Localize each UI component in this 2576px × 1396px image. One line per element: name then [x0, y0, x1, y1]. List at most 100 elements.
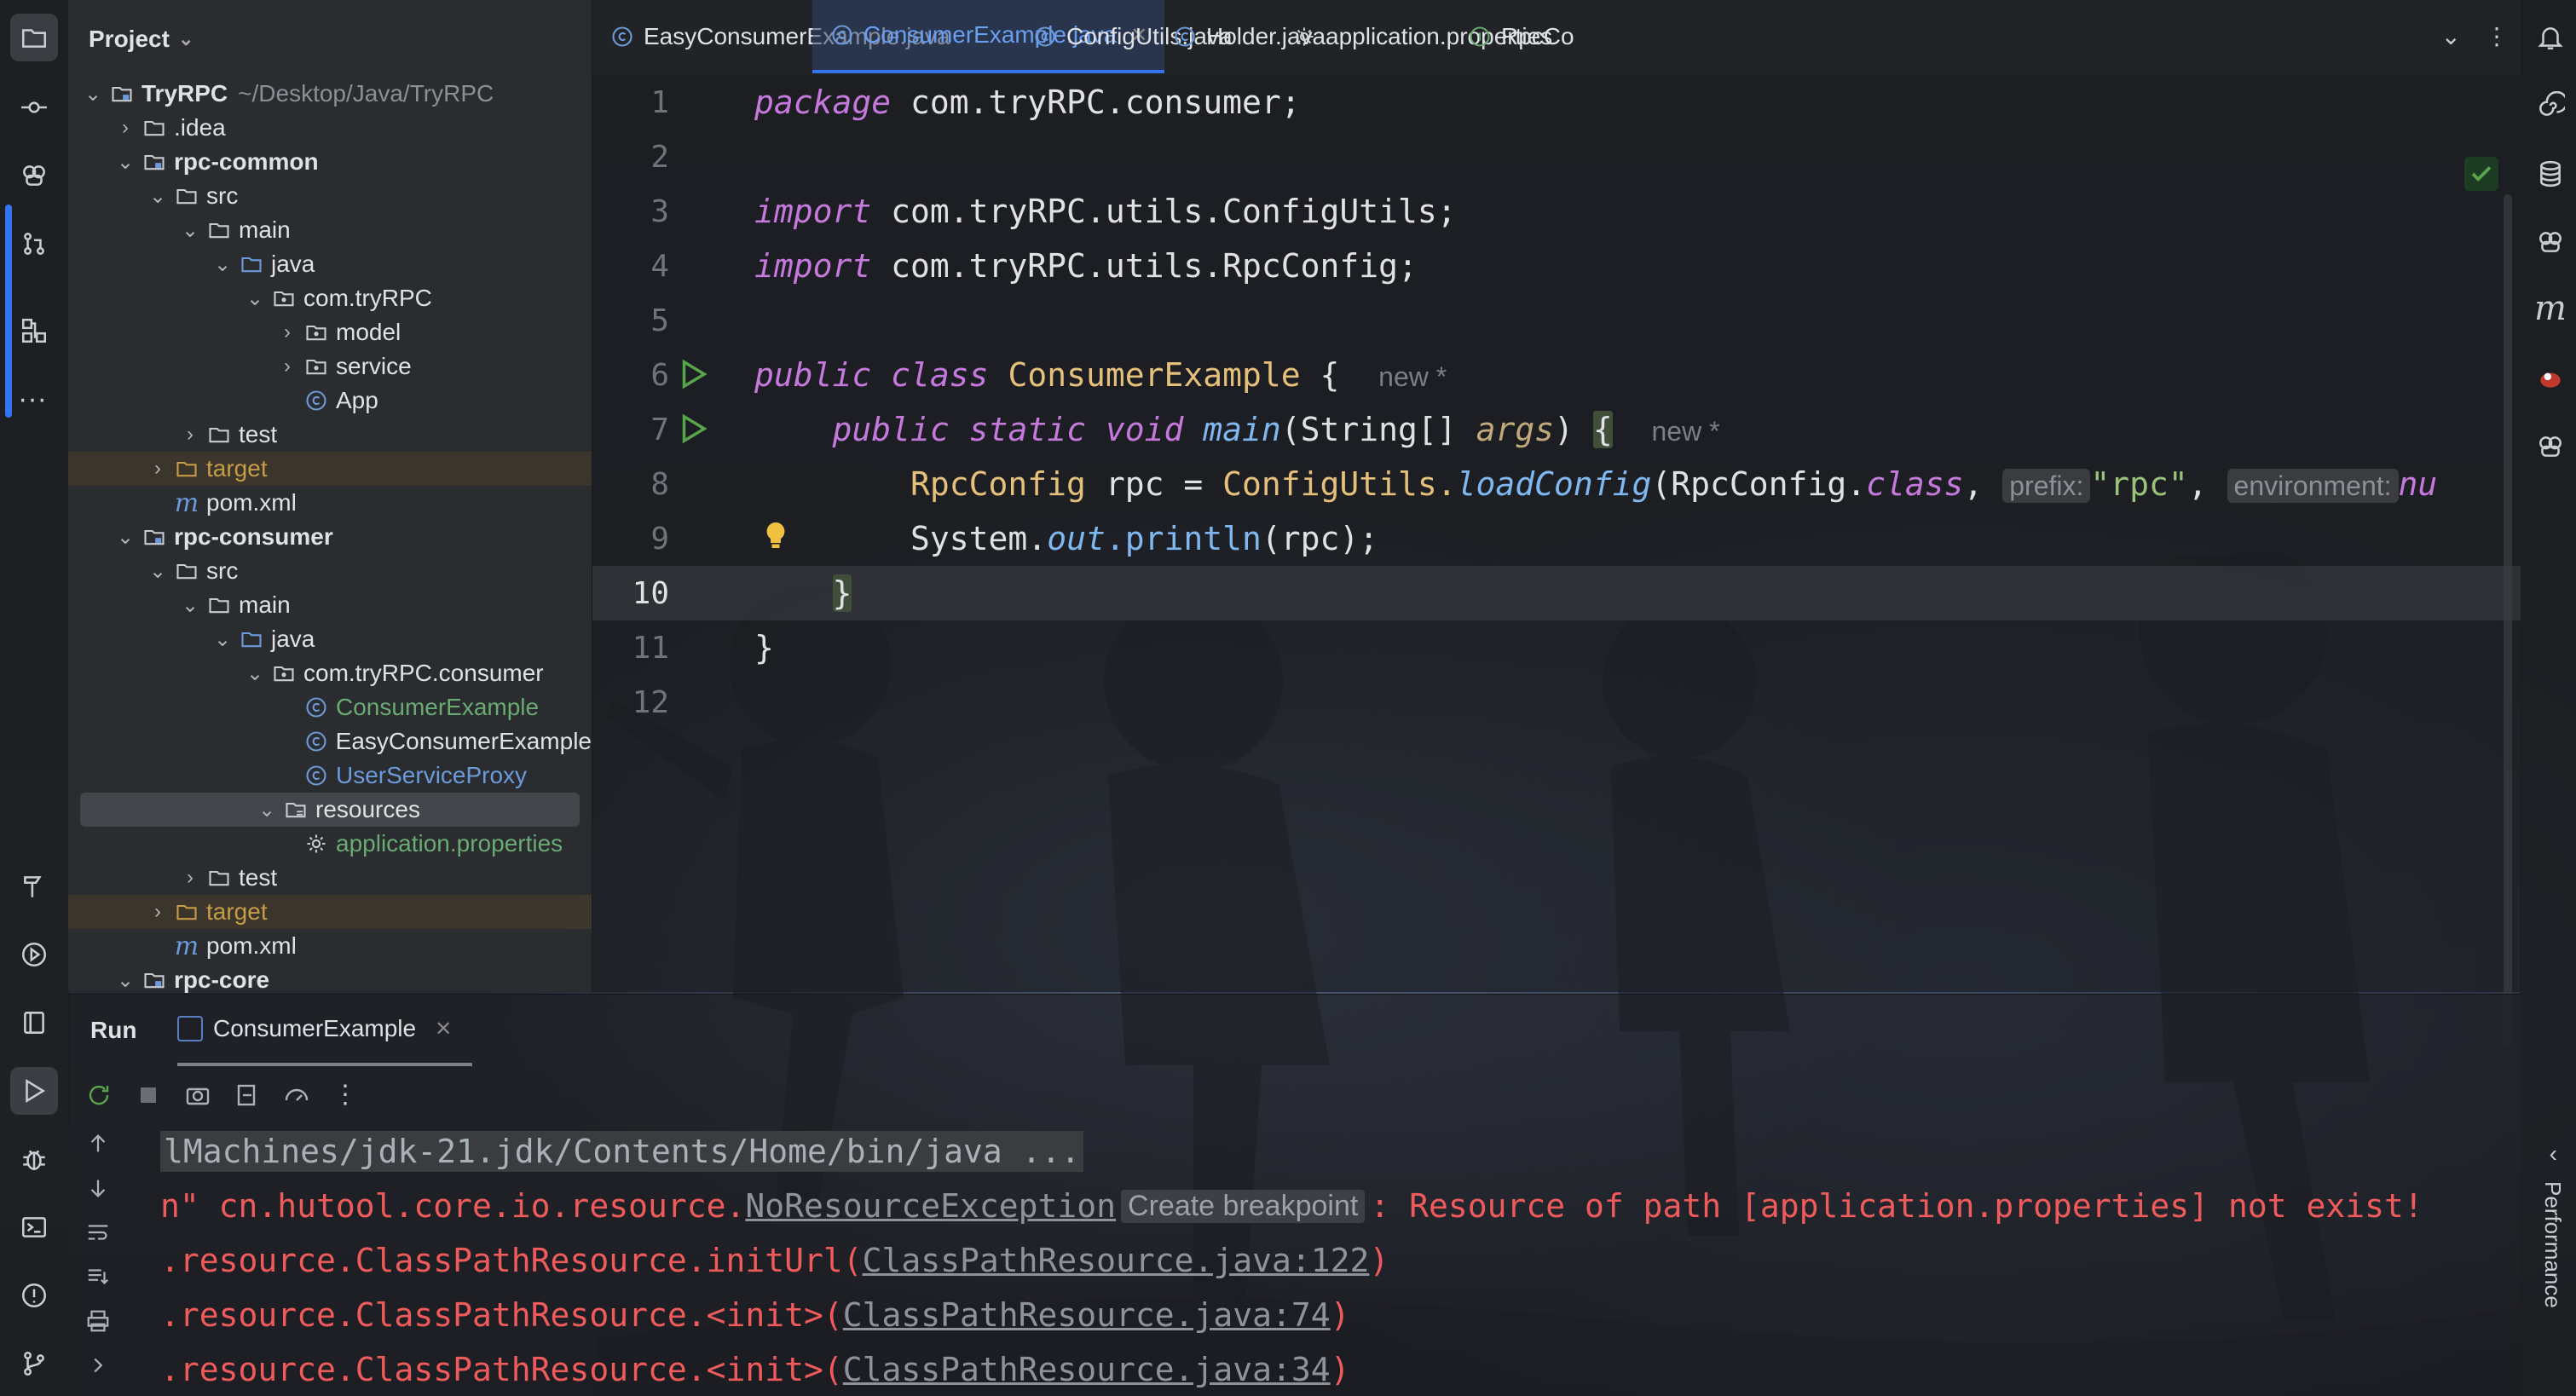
console-output[interactable]: lMachines/jdk-21.jdk/Contents/Home/bin/j… [160, 1124, 2470, 1396]
create-breakpoint-tooltip[interactable]: Create breakpoint [1121, 1189, 1366, 1223]
tree-node[interactable]: m pom.xml [68, 929, 592, 963]
tree-node[interactable]: ⌄ TryRPC ~/Desktop/Java/TryRPC [68, 77, 592, 111]
exception-link[interactable]: NoResourceException [745, 1187, 1116, 1225]
editor-tab[interactable]: RpcCo [1450, 0, 1591, 73]
stack-frame-link[interactable]: ClassPathResource.java:74 [843, 1296, 1331, 1334]
ai-assistant-button[interactable] [10, 152, 58, 199]
chevron-down-icon[interactable]: ⌄ [82, 82, 104, 107]
chevron-down-icon[interactable]: ⌄ [211, 252, 234, 277]
tree-node[interactable]: ⌄ src [68, 179, 592, 213]
tree-node[interactable]: › model [68, 315, 592, 349]
tree-node[interactable]: › test [68, 861, 592, 895]
tree-node[interactable]: ⌄ java [68, 247, 592, 281]
chevron-down-icon[interactable]: ⌄ [211, 627, 234, 652]
project-tool-button[interactable] [10, 14, 58, 61]
author-hint[interactable]: new * [1378, 361, 1447, 392]
tree-node[interactable]: › target [68, 452, 592, 486]
chevron-down-icon[interactable]: ⌄ [256, 798, 278, 822]
print-icon[interactable] [85, 1308, 111, 1334]
terminal-tool-button[interactable] [10, 1203, 58, 1251]
tree-node[interactable]: UserServiceProxy [68, 759, 592, 793]
gauge-icon[interactable] [283, 1082, 310, 1109]
chevron-down-icon[interactable]: ⌄ [244, 286, 266, 311]
problems-tool-button[interactable] [10, 1272, 58, 1319]
java-command[interactable]: lMachines/jdk-21.jdk/Contents/Home/bin/j… [160, 1131, 1084, 1172]
chevron-right-icon[interactable] [85, 1353, 111, 1378]
restore-layout-icon[interactable] [234, 1082, 261, 1109]
code-editor[interactable]: 1 package com.tryRPC.consumer; 2 3 impor… [592, 75, 2521, 1047]
arrow-up-icon[interactable] [85, 1131, 111, 1157]
chevron-down-icon[interactable]: ⌄ [147, 184, 169, 209]
plugin-button[interactable] [2532, 360, 2569, 397]
chevron-down-icon[interactable]: ⌄ [147, 559, 169, 584]
layout-tool-button[interactable] [10, 999, 58, 1047]
pull-requests-button[interactable] [10, 220, 58, 268]
tree-node[interactable]: m pom.xml [68, 486, 592, 520]
author-hint[interactable]: new * [1652, 416, 1720, 447]
tree-node[interactable]: ⌄ com.tryRPC.consumer [68, 656, 592, 690]
notifications-button[interactable] [2532, 19, 2569, 56]
tree-node[interactable]: ⌄ java [68, 622, 592, 656]
scroll-to-end-icon[interactable] [85, 1264, 111, 1289]
chevron-down-icon[interactable]: ⌄ [114, 968, 136, 993]
chevron-right-icon[interactable]: › [179, 423, 201, 447]
chevron-down-icon[interactable]: ⌄ [179, 218, 201, 243]
project-panel-header[interactable]: Project ⌄ [68, 0, 592, 78]
stack-frame-link[interactable]: ClassPathResource.java:34 [843, 1351, 1331, 1388]
stop-icon[interactable] [135, 1082, 162, 1109]
run-gutter-icon[interactable] [676, 358, 710, 392]
more-vertical-icon[interactable]: ⋮ [2485, 22, 2509, 50]
rerun-icon[interactable] [85, 1082, 113, 1109]
tree-node[interactable]: ⌄ main [68, 588, 592, 622]
more-tools-icon[interactable]: ··· [15, 384, 49, 413]
tree-node[interactable]: › target [68, 895, 592, 929]
ai-chat-button[interactable] [2532, 87, 2569, 124]
chevron-down-icon[interactable]: ⌄ [114, 525, 136, 550]
structure-tool-button[interactable] [10, 307, 58, 355]
build-tool-button[interactable] [10, 862, 58, 910]
copilot-button[interactable] [2532, 223, 2569, 261]
close-icon[interactable]: ✕ [435, 1017, 452, 1041]
run-tool-button[interactable] [10, 1067, 58, 1115]
tree-node[interactable]: EasyConsumerExample [68, 724, 592, 759]
tree-node[interactable]: ⌄ rpc-consumer [68, 520, 592, 554]
run-tab-consumer-example[interactable]: ConsumerExample ✕ [177, 995, 473, 1066]
tree-node[interactable]: App [68, 384, 592, 418]
maven-icon[interactable]: m [2532, 289, 2569, 328]
tree-node[interactable]: ⌄ com.tryRPC [68, 281, 592, 315]
chevron-right-icon[interactable]: › [147, 900, 169, 924]
soft-wrap-icon[interactable] [85, 1220, 111, 1245]
tree-node[interactable]: application.properties [68, 827, 592, 861]
tree-node[interactable]: ConsumerExample [68, 690, 592, 724]
run-gutter-icon[interactable] [676, 412, 710, 447]
tree-node[interactable]: ⌄ rpc-common [68, 145, 592, 179]
chevron-down-icon[interactable]: ⌄ [244, 661, 266, 686]
git-tool-button[interactable] [10, 1340, 58, 1387]
tree-node[interactable]: ⌄ main [68, 213, 592, 247]
commit-tool-button[interactable] [10, 84, 58, 131]
chevron-down-icon[interactable]: ⌄ [114, 150, 136, 175]
chevron-right-icon[interactable]: › [179, 866, 201, 890]
tree-node[interactable]: › service [68, 349, 592, 384]
database-button[interactable] [2532, 155, 2569, 193]
services-tool-button[interactable] [10, 931, 58, 978]
chevron-down-icon[interactable]: ⌄ [2441, 22, 2461, 50]
tree-node[interactable]: › test [68, 418, 592, 452]
tree-node[interactable]: ⌄ rpc-core [68, 963, 592, 997]
arrow-down-icon[interactable] [85, 1175, 111, 1201]
chevron-right-icon[interactable]: › [276, 355, 298, 378]
chevron-right-icon[interactable]: › [114, 116, 136, 140]
camera-icon[interactable] [184, 1082, 211, 1109]
stack-frame-link[interactable]: ClassPathResource.java:122 [863, 1242, 1370, 1279]
performance-tool-label[interactable]: Performance [2539, 1181, 2566, 1308]
assistant-button[interactable] [2532, 428, 2569, 465]
chevron-right-icon[interactable]: › [147, 457, 169, 481]
debug-tool-button[interactable] [10, 1135, 58, 1183]
tree-node[interactable]: ⌄ resources [80, 793, 580, 827]
tree-node[interactable]: ⌄ src [68, 554, 592, 588]
chevron-down-icon[interactable]: ⌄ [179, 593, 201, 618]
tree-node[interactable]: › .idea [68, 111, 592, 145]
chevron-left-icon[interactable]: ‹ [2550, 1140, 2557, 1168]
more-vertical-icon[interactable]: ⋮ [332, 1080, 358, 1110]
chevron-right-icon[interactable]: › [276, 320, 298, 344]
